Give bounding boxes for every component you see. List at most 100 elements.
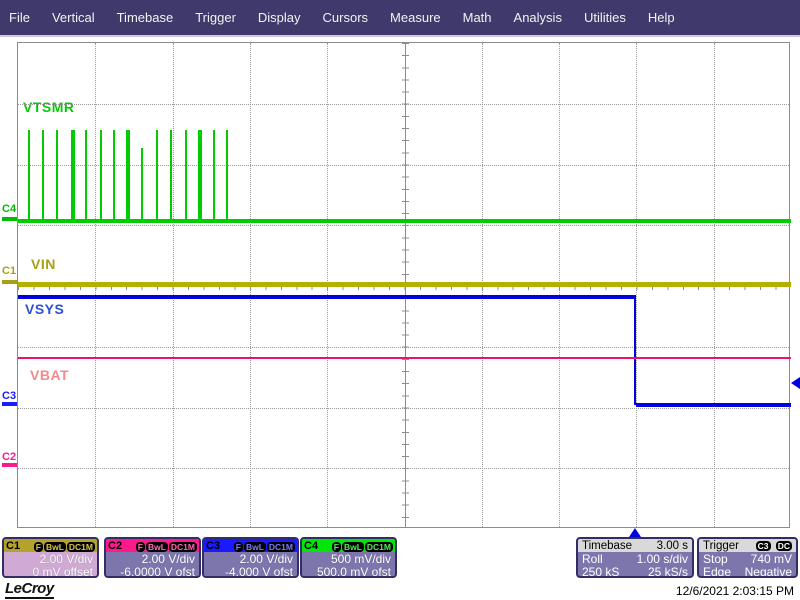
channel-box-header-c4: C4 FBwLDC1M bbox=[302, 539, 395, 552]
channel-marker-dash-c3[interactable] bbox=[2, 402, 17, 406]
menu-item-file[interactable]: File bbox=[9, 10, 30, 25]
gridline-horizontal bbox=[18, 408, 789, 409]
channel-box-c4[interactable]: C4FBwLDC1M500 mV/div500.0 mV ofst bbox=[300, 537, 397, 578]
trace-vtsmr-pulse bbox=[113, 130, 115, 221]
channel-badge-dc1m: DC1M bbox=[365, 542, 393, 552]
gridline-horizontal bbox=[18, 165, 789, 166]
channel-marker-c3[interactable]: C3 bbox=[2, 390, 16, 402]
channel-marker-c4[interactable]: C4 bbox=[2, 203, 16, 215]
trigger-level-marker-icon[interactable] bbox=[791, 377, 800, 389]
trace-vsys-high bbox=[18, 295, 636, 299]
trace-vbat bbox=[18, 357, 791, 359]
trace-vsys-step bbox=[634, 297, 636, 405]
trigger-badges: C3 DC bbox=[754, 540, 792, 552]
channel-box-c1[interactable]: C1FBwLDC1M2.00 V/div0 mV offset bbox=[2, 537, 99, 578]
trace-vtsmr-pulse bbox=[156, 130, 158, 221]
channel-badge-f: F bbox=[234, 542, 243, 552]
channel-badge-dc1m: DC1M bbox=[169, 542, 197, 552]
trace-label-vtsmr: VTSMR bbox=[23, 99, 75, 115]
channel-badge-f: F bbox=[34, 542, 43, 552]
channel-box-c2[interactable]: C2 FBwLDC1M2.00 V/div-6.0000 V ofst bbox=[104, 537, 201, 578]
channel-marker-c2[interactable]: C2 bbox=[2, 451, 16, 463]
trace-vin bbox=[18, 282, 791, 287]
trigger-title: Trigger bbox=[703, 540, 739, 552]
trace-vtsmr-pulse bbox=[28, 130, 30, 221]
menu-item-measure[interactable]: Measure bbox=[390, 10, 441, 25]
channel-offset: 0 mV offset bbox=[4, 566, 93, 578]
trace-vtsmr-pulse bbox=[42, 130, 44, 221]
channel-id-label: C1 bbox=[6, 540, 20, 552]
trigger-coupling-badge: DC bbox=[776, 541, 792, 551]
waveform-grid: VTSMR VIN VSYS VBAT bbox=[17, 42, 790, 528]
trigger-time-marker-icon[interactable] bbox=[629, 528, 641, 537]
trace-label-vbat: VBAT bbox=[30, 367, 69, 383]
channel-badge-dc1m: DC1M bbox=[267, 542, 295, 552]
gridline-horizontal bbox=[18, 347, 789, 348]
gridline-horizontal bbox=[18, 468, 789, 469]
channel-box-header-c3: C3 FBwLDC1M bbox=[204, 539, 297, 552]
trigger-slope: Negative bbox=[745, 566, 792, 578]
menu-item-trigger[interactable]: Trigger bbox=[195, 10, 236, 25]
trace-vsys-low bbox=[636, 403, 791, 407]
channel-marker-dash-c4[interactable] bbox=[2, 217, 17, 221]
menu-item-utilities[interactable]: Utilities bbox=[584, 10, 626, 25]
trigger-source-badge: C3 bbox=[756, 541, 771, 551]
trace-vtsmr-pulse bbox=[56, 130, 58, 221]
timebase-body: Roll 1.00 s/div 250 kS 25 kS/s bbox=[578, 552, 692, 578]
menu-item-vertical[interactable]: Vertical bbox=[52, 10, 95, 25]
menu-item-help[interactable]: Help bbox=[648, 10, 675, 25]
menu-item-cursors[interactable]: Cursors bbox=[323, 10, 369, 25]
trigger-header: Trigger C3 DC bbox=[699, 539, 796, 552]
channel-badge-f: F bbox=[136, 542, 145, 552]
lecroy-logo: LeCroy bbox=[5, 580, 54, 599]
channel-box-body-c2: 2.00 V/div-6.0000 V ofst bbox=[106, 552, 199, 578]
trace-vtsmr-pulse bbox=[226, 130, 228, 221]
channel-marker-dash-c2[interactable] bbox=[2, 463, 17, 467]
trace-vtsmr-pulse bbox=[85, 130, 87, 221]
channel-offset: -4.000 V ofst bbox=[204, 566, 293, 578]
channel-badge-bwl: BwL bbox=[342, 542, 364, 552]
trace-label-vin: VIN bbox=[31, 256, 56, 272]
channel-id-label: C3 bbox=[206, 540, 220, 552]
channel-offset: -6.0000 V ofst bbox=[106, 566, 195, 578]
gridline-horizontal bbox=[18, 104, 789, 105]
timebase-samplerate: 25 kS/s bbox=[648, 566, 688, 578]
trace-vtsmr-baseline bbox=[18, 219, 791, 223]
channel-box-header-c1: C1FBwLDC1M bbox=[4, 539, 97, 552]
channel-box-body-c3: 2.00 V/div-4.000 V ofst bbox=[204, 552, 297, 578]
menu-item-timebase[interactable]: Timebase bbox=[117, 10, 174, 25]
timebase-header: Timebase 3.00 s bbox=[578, 539, 692, 552]
trace-vtsmr-pulse bbox=[141, 148, 143, 221]
menu-bar: File Vertical Timebase Trigger Display Cursor… bbox=[0, 0, 800, 37]
trace-label-vsys: VSYS bbox=[25, 301, 64, 317]
trigger-box[interactable]: Trigger C3 DC Stop 740 mV Edge Negative bbox=[697, 537, 798, 578]
menu-item-math[interactable]: Math bbox=[463, 10, 492, 25]
channel-offset: 500.0 mV ofst bbox=[302, 566, 391, 578]
menu-item-display[interactable]: Display bbox=[258, 10, 301, 25]
channel-marker-dash-c1[interactable] bbox=[2, 280, 17, 284]
channel-marker-c1[interactable]: C1 bbox=[2, 265, 16, 277]
trace-vtsmr-pulse bbox=[185, 130, 187, 221]
trace-vtsmr-pulse bbox=[198, 130, 202, 221]
trace-vtsmr-pulse bbox=[170, 130, 172, 221]
trigger-type: Edge bbox=[703, 566, 731, 578]
timestamp: 12/6/2021 2:03:15 PM bbox=[676, 584, 794, 598]
timebase-title: Timebase bbox=[582, 540, 632, 552]
channel-id-label: C4 bbox=[304, 540, 318, 552]
timebase-samples: 250 kS bbox=[582, 566, 619, 578]
channel-badge-f: F bbox=[332, 542, 341, 552]
timebase-value: 3.00 s bbox=[657, 540, 688, 552]
channel-id-label: C2 bbox=[108, 540, 122, 552]
channel-badge-bwl: BwL bbox=[244, 542, 266, 552]
trigger-body: Stop 740 mV Edge Negative bbox=[699, 552, 796, 578]
channel-badge-dc1m: DC1M bbox=[67, 542, 95, 552]
channel-box-header-c2: C2 FBwLDC1M bbox=[106, 539, 199, 552]
gridline-horizontal bbox=[18, 225, 789, 226]
menu-item-analysis[interactable]: Analysis bbox=[514, 10, 562, 25]
trace-vtsmr-pulse bbox=[126, 130, 130, 221]
channel-badge-bwl: BwL bbox=[146, 542, 168, 552]
oscilloscope-screen: File Vertical Timebase Trigger Display Cursor… bbox=[0, 0, 800, 600]
channel-box-c3[interactable]: C3 FBwLDC1M2.00 V/div-4.000 V ofst bbox=[202, 537, 299, 578]
trace-vtsmr-pulse bbox=[213, 130, 215, 221]
timebase-box[interactable]: Timebase 3.00 s Roll 1.00 s/div 250 kS 2… bbox=[576, 537, 694, 578]
